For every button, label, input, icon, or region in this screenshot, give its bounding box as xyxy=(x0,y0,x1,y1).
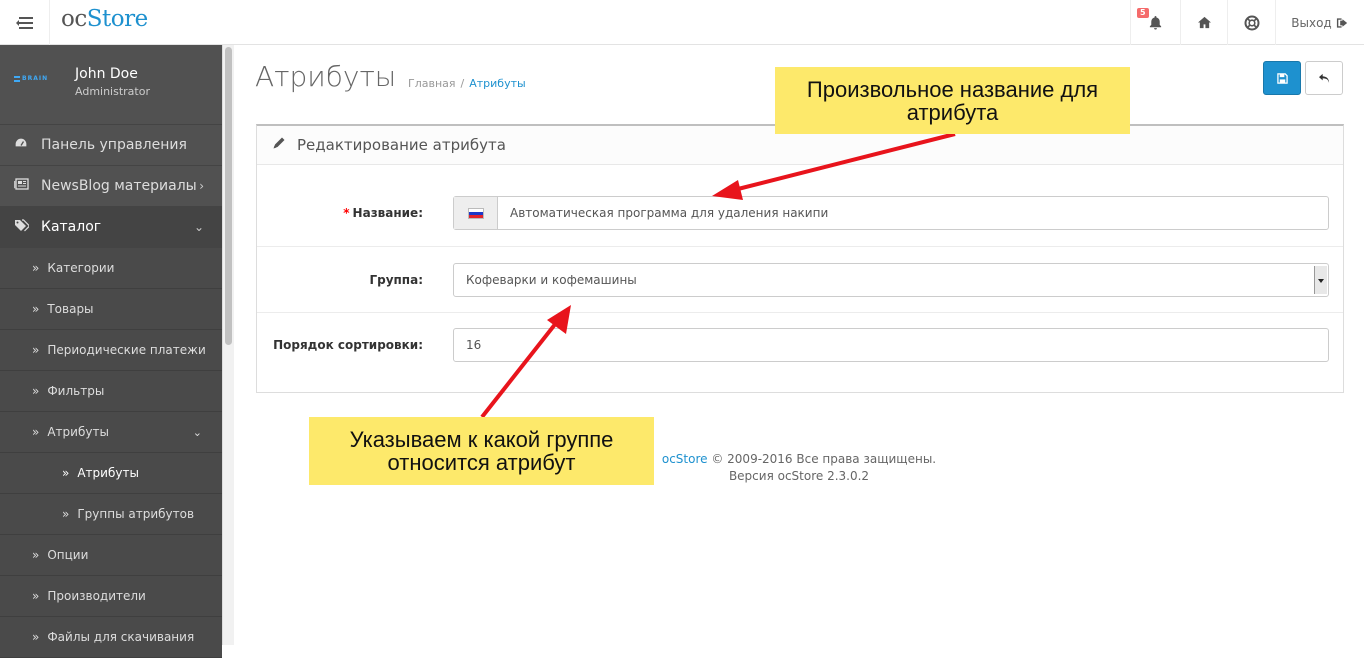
arrow-to-name-field xyxy=(729,132,956,193)
arrowhead-name xyxy=(712,180,743,200)
annotation-note-name: Произвольное название для атрибута xyxy=(775,67,1130,134)
arrow-to-group-field xyxy=(480,316,562,419)
annotation-note-group: Указываем к какой группе относится атриб… xyxy=(309,417,654,485)
annotation-arrows xyxy=(480,132,956,419)
